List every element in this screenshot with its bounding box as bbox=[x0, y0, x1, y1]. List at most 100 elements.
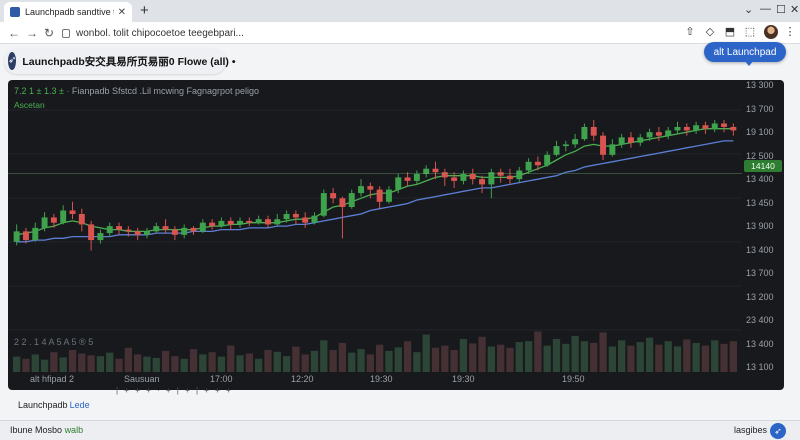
candle-body bbox=[78, 213, 85, 225]
volume-bar bbox=[450, 350, 458, 372]
volume-bar bbox=[31, 354, 39, 372]
volume-bar bbox=[171, 356, 179, 372]
trading-chart[interactable]: 7.2 1 ± 1.3 ± · Fianpadb Sfstcd .Lil mcw… bbox=[8, 80, 784, 390]
minimize-icon[interactable]: — bbox=[760, 3, 771, 15]
candle-body bbox=[544, 154, 551, 166]
candle-body bbox=[181, 227, 188, 235]
drawing-toolbar[interactable]: | + + + · + | + | + + + bbox=[116, 386, 233, 395]
candle-body bbox=[199, 222, 206, 232]
candle-body bbox=[367, 186, 374, 190]
status-left-green: walb bbox=[64, 425, 84, 435]
x-tick-label: 12:20 bbox=[291, 374, 314, 384]
candle-body bbox=[609, 144, 616, 155]
maximize-icon[interactable]: ☐ bbox=[776, 3, 786, 16]
new-tab-button[interactable]: + bbox=[140, 2, 149, 20]
avatar[interactable] bbox=[764, 25, 778, 39]
volume-bar bbox=[692, 342, 700, 372]
candle-body bbox=[693, 125, 700, 131]
y-tick-label: 19 100 bbox=[746, 127, 774, 137]
candle-body bbox=[721, 123, 728, 127]
volume-bar bbox=[376, 344, 384, 372]
candle-body bbox=[432, 168, 439, 173]
x-tick-label: 19:50 bbox=[562, 374, 585, 384]
volume-bar bbox=[599, 332, 607, 372]
status-right[interactable]: lasgibes bbox=[734, 425, 767, 435]
candle-body bbox=[283, 213, 290, 220]
launchpad-button-label: alt Launchpad bbox=[713, 46, 777, 58]
y-tick-label: 13 400 bbox=[746, 338, 774, 349]
candle-body bbox=[13, 231, 20, 242]
candle-body bbox=[264, 219, 271, 225]
volume-bar bbox=[255, 358, 263, 372]
window-close-icon[interactable]: ✕ bbox=[790, 3, 799, 16]
volume-bar bbox=[115, 358, 123, 372]
candle-body bbox=[237, 220, 244, 225]
page-header: ➶ Launchpadb安交具易所页易丽0 Flowe (all) • bbox=[4, 48, 236, 74]
rocket-icon[interactable]: ➶ bbox=[770, 423, 786, 439]
volume-bar bbox=[627, 345, 635, 372]
volume-bar bbox=[580, 341, 589, 372]
address-bar[interactable]: wonbol. tolit chipocoetoe teegebpari... bbox=[62, 25, 682, 41]
candle-body bbox=[41, 217, 48, 228]
shield-icon bbox=[10, 7, 20, 17]
volume-bar bbox=[40, 359, 49, 372]
forward-icon[interactable]: → bbox=[26, 26, 38, 40]
extension-icon[interactable]: ⇧ bbox=[684, 26, 696, 38]
volume-bar bbox=[469, 343, 477, 372]
candle-body bbox=[581, 126, 588, 140]
candle-body bbox=[246, 220, 253, 223]
volume-bar bbox=[96, 356, 105, 372]
launchpad-button[interactable]: alt Launchpad bbox=[704, 42, 786, 66]
last-price-tag: 14140 bbox=[744, 160, 782, 172]
y-tick-label: 13 700 bbox=[746, 268, 774, 278]
chart-canvas[interactable] bbox=[8, 80, 784, 390]
y-tick-label: 13 100 bbox=[746, 362, 774, 372]
volume-bar bbox=[78, 353, 86, 372]
candle-body bbox=[627, 137, 634, 143]
status-left: Ibune Mosbo walb bbox=[10, 425, 83, 435]
volume-bar bbox=[329, 350, 337, 372]
chevron-down-icon[interactable]: ⌄ bbox=[744, 3, 753, 16]
volume-bar bbox=[59, 357, 67, 372]
candle-body bbox=[255, 219, 262, 223]
volume-bar bbox=[441, 345, 449, 372]
volume-bar bbox=[208, 352, 216, 372]
candle-body bbox=[404, 177, 411, 181]
download-icon[interactable]: ⬒ bbox=[724, 26, 736, 38]
candle-body bbox=[637, 137, 644, 143]
candle-body bbox=[534, 161, 541, 166]
close-icon[interactable]: ✕ bbox=[118, 7, 126, 18]
price-axis[interactable]: 13 300 13 700 19 100 12 500 13 400 13 450 13 9… bbox=[742, 80, 784, 390]
volume-bar bbox=[459, 339, 468, 372]
back-icon[interactable]: ← bbox=[8, 26, 20, 40]
candle-body bbox=[674, 126, 681, 131]
volume-bar bbox=[636, 342, 644, 372]
volume-bar bbox=[571, 335, 579, 372]
volume-bar bbox=[655, 344, 663, 372]
candle-body bbox=[525, 161, 532, 171]
status-bar: Ibune Mosbo walb lasgibes ➶ bbox=[0, 420, 800, 440]
footer-link[interactable]: Launchpadb Lede bbox=[18, 400, 90, 410]
menu-icon[interactable]: ⋮ bbox=[784, 26, 796, 38]
candle-body bbox=[655, 132, 662, 136]
volume-bar bbox=[422, 334, 430, 372]
volume-bar bbox=[301, 354, 309, 372]
volume-bar bbox=[664, 341, 672, 372]
browser-tab[interactable]: Launchpadb sandtive testect ✕ bbox=[4, 2, 132, 22]
candle-body bbox=[618, 137, 625, 145]
y-tick-label: 23 400 bbox=[746, 315, 774, 325]
bookmark-icon[interactable]: ◇ bbox=[704, 26, 716, 38]
y-tick-label: 13 200 bbox=[746, 291, 774, 302]
puzzle-icon[interactable]: ⬚ bbox=[744, 26, 756, 38]
tab-strip: Launchpadb sandtive testect ✕ + ⌄ — ☐ ✕ bbox=[0, 0, 800, 22]
volume-bar bbox=[497, 344, 505, 372]
tab-title: Launchpadb sandtive testect bbox=[25, 7, 114, 17]
volume-bar bbox=[608, 346, 616, 372]
volume-bar bbox=[320, 340, 328, 372]
volume-bar bbox=[590, 342, 598, 372]
volume-bar bbox=[552, 339, 561, 372]
candle-body bbox=[320, 193, 327, 216]
volume-bar bbox=[720, 343, 728, 372]
reload-icon[interactable]: ↻ bbox=[44, 26, 54, 40]
volume-bar bbox=[68, 350, 77, 372]
